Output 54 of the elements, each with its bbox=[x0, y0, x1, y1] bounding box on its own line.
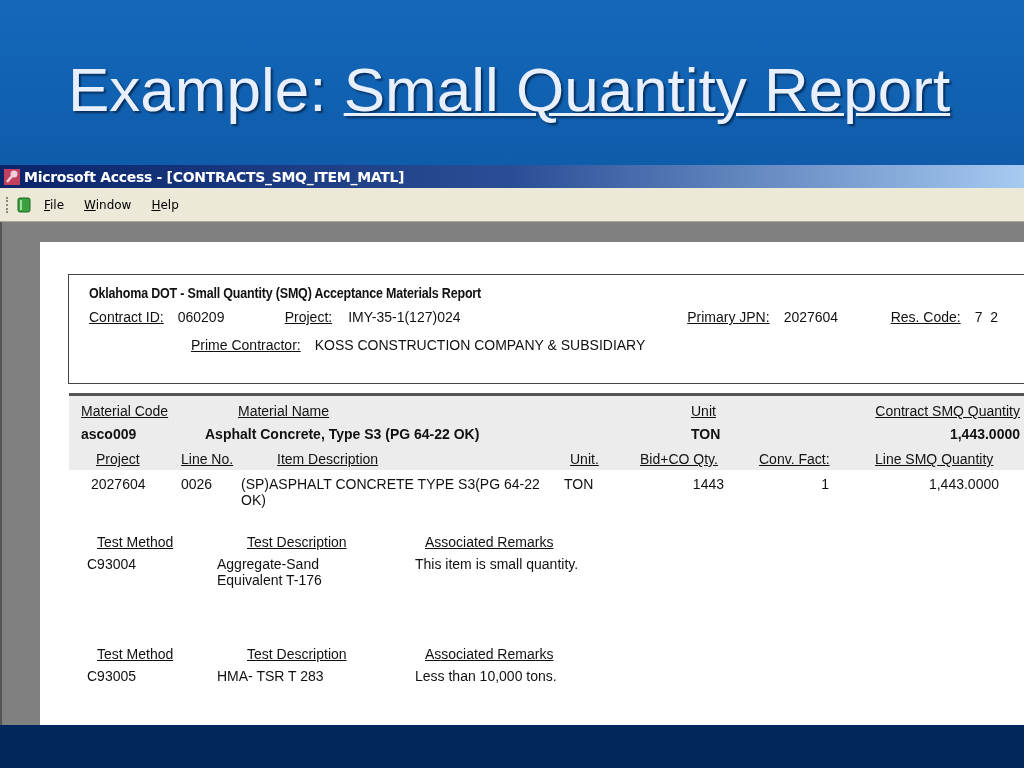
field-label: Res. Code: bbox=[890, 309, 961, 325]
table-cell-text: 0026 bbox=[181, 476, 214, 494]
material-value: TON bbox=[691, 426, 722, 442]
column-header: Material Name bbox=[237, 403, 331, 419]
column-header: Contract SMQ Quantity bbox=[874, 403, 1020, 419]
field-label: Prime Contractor: bbox=[191, 337, 301, 353]
column-header: Material Code bbox=[81, 403, 170, 419]
table-cell-text: (SP)ASPHALT CONCRETE TYPE S3(PG 64-22 OK) bbox=[241, 476, 541, 508]
table-cell-text: 1 bbox=[820, 476, 829, 494]
field-label: Contract ID: bbox=[89, 309, 164, 325]
column-header: Conv. Fact: bbox=[759, 451, 831, 467]
table-cell-text: 1,443.0000 bbox=[927, 476, 999, 494]
table-cell-text: C93005 bbox=[87, 668, 138, 684]
toolbar-grip-icon bbox=[6, 196, 11, 213]
table-cell-text: Aggregate-Sand Equivalent T-176 bbox=[217, 556, 323, 588]
column-header: Unit. bbox=[570, 451, 600, 467]
field-value: 060209 bbox=[177, 309, 226, 325]
report-link[interactable]: Small Quantity Report bbox=[343, 55, 951, 124]
column-header: Test Description bbox=[247, 646, 348, 662]
menu-item[interactable]: Help bbox=[144, 195, 186, 214]
field-value: 7 2 bbox=[974, 309, 999, 325]
material-value: Asphalt Concrete, Type S3 (PG 64-22 OK) bbox=[205, 426, 481, 442]
column-header: Associated Remarks bbox=[425, 534, 555, 550]
table-cell-text: Less than 10,000 tons. bbox=[415, 668, 558, 684]
column-header: Unit bbox=[691, 403, 717, 419]
table-cell-text: HMA- TSR T 283 bbox=[217, 668, 325, 684]
column-header: Line SMQ Quantity bbox=[875, 451, 995, 467]
material-value: asco009 bbox=[81, 426, 137, 442]
column-header: Test Description bbox=[247, 534, 348, 550]
field-value: 2027604 bbox=[783, 309, 840, 325]
column-header: Associated Remarks bbox=[425, 646, 555, 662]
table-cell-text: 1443 bbox=[691, 476, 724, 494]
material-value: 1,443.0000 bbox=[948, 426, 1020, 442]
column-header: Test Method bbox=[97, 534, 175, 550]
column-header: Line No. bbox=[181, 451, 235, 467]
table-cell-text: 2027604 bbox=[91, 476, 147, 494]
column-header: Test Method bbox=[97, 646, 175, 662]
column-header: Item Description bbox=[277, 451, 380, 467]
table-cell-text: C93004 bbox=[87, 556, 138, 574]
report-title: Oklahoma DOT - Small Quantity (SMQ) Acceptance Materials Report bbox=[89, 285, 482, 301]
field-label: Primary JPN: bbox=[687, 309, 770, 325]
field-value: KOSS CONSTRUCTION COMPANY & SUBSIDIARY bbox=[314, 337, 646, 353]
table-cell-text: This item is small quantity. bbox=[415, 556, 580, 574]
field-value: IMY-35-1(127)024 bbox=[348, 309, 462, 325]
table-cell-text: TON bbox=[564, 476, 595, 494]
field-label: Project: bbox=[284, 309, 333, 325]
notebook-icon[interactable] bbox=[17, 196, 31, 213]
menu-item[interactable]: Window bbox=[77, 195, 139, 214]
slide-title: Example: bbox=[68, 55, 327, 124]
menu-item[interactable]: File bbox=[37, 195, 72, 214]
column-header: Project bbox=[96, 451, 141, 467]
key-icon bbox=[4, 168, 20, 185]
column-header: Bid+CO Qty. bbox=[640, 451, 719, 467]
window-title: Microsoft Access - [CONTRACTS_SMQ_ITEM_MATL] bbox=[24, 168, 405, 185]
